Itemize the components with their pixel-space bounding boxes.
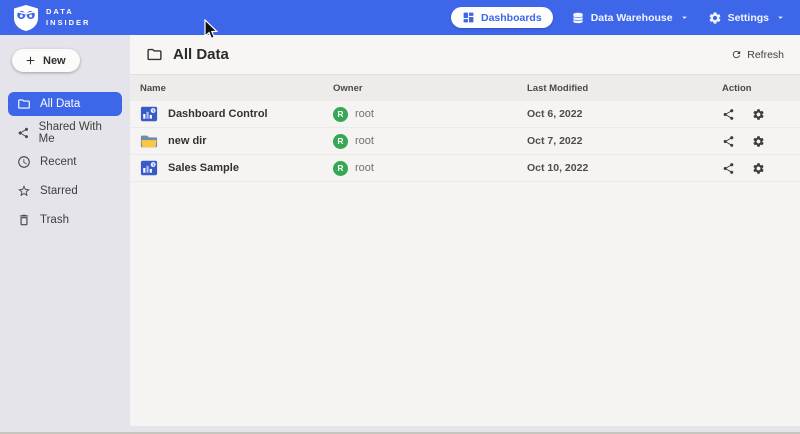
owner-cell: R root (333, 134, 527, 149)
gear-icon[interactable] (752, 162, 765, 175)
brand-name: DATA INSIDER (46, 7, 90, 29)
sidebar-item-label: Starred (40, 185, 78, 197)
sidebar-item-shared-with-me[interactable]: Shared With Me (8, 121, 122, 145)
chevron-down-icon (775, 12, 786, 23)
new-button-label: New (43, 55, 66, 67)
brand-line1: DATA (46, 7, 90, 18)
gear-icon[interactable] (752, 135, 765, 148)
table-row[interactable]: Dashboard Control R root Oct 6, 2022 (130, 101, 800, 128)
column-header-owner[interactable]: Owner (333, 83, 527, 94)
dashboard-icon (462, 11, 475, 24)
share-icon[interactable] (722, 108, 735, 121)
action-cell (722, 108, 800, 121)
brand-logo[interactable]: DATA INSIDER (14, 5, 90, 31)
table-row[interactable]: new dir R root Oct 7, 2022 (130, 128, 800, 155)
avatar: R (333, 134, 348, 149)
dashboard-file-icon (140, 105, 158, 123)
nav-settings-label: Settings (728, 12, 769, 24)
sidebar-item-label: All Data (40, 98, 80, 110)
gear-icon (708, 11, 722, 25)
file-name-cell: new dir (130, 132, 333, 150)
nav-settings[interactable]: Settings (708, 11, 786, 25)
sidebar-item-trash[interactable]: Trash (8, 208, 122, 232)
last-modified: Oct 6, 2022 (527, 108, 722, 120)
new-button[interactable]: New (12, 49, 80, 72)
refresh-icon (731, 49, 742, 60)
sidebar-item-starred[interactable]: Starred (8, 179, 122, 203)
avatar: R (333, 107, 348, 122)
owner-name: root (355, 135, 374, 147)
action-cell (722, 135, 800, 148)
folder-icon (146, 46, 163, 63)
action-cell (722, 162, 800, 175)
file-name[interactable]: new dir (168, 135, 207, 147)
file-name[interactable]: Dashboard Control (168, 108, 268, 120)
column-header-name[interactable]: Name (130, 83, 333, 94)
column-header-action: Action (722, 83, 800, 94)
trash-icon (17, 213, 31, 227)
file-name[interactable]: Sales Sample (168, 162, 239, 174)
nav-data-warehouse[interactable]: Data Warehouse (571, 11, 690, 25)
owl-logo-icon (14, 5, 38, 31)
sidebar-menu: All Data Shared With Me Recent Starred T… (0, 92, 130, 232)
gear-icon[interactable] (752, 108, 765, 121)
file-name-cell: Dashboard Control (130, 105, 333, 123)
sidebar-item-label: Trash (40, 214, 69, 226)
main-header: All Data Refresh (130, 35, 800, 75)
table-row[interactable]: Sales Sample R root Oct 10, 2022 (130, 155, 800, 182)
owner-cell: R root (333, 161, 527, 176)
main-content: All Data Refresh Name Owner Last Modifie… (130, 35, 800, 426)
plus-icon (24, 54, 37, 67)
bottom-strip (0, 426, 800, 434)
nav-data-warehouse-label: Data Warehouse (591, 12, 673, 24)
column-header-last-modified[interactable]: Last Modified (527, 83, 722, 94)
owner-name: root (355, 162, 374, 174)
last-modified: Oct 10, 2022 (527, 162, 722, 174)
chevron-down-icon (679, 12, 690, 23)
share-icon (17, 126, 30, 140)
refresh-button[interactable]: Refresh (731, 49, 784, 61)
brand-line2: INSIDER (46, 18, 90, 29)
nav-dashboards-label: Dashboards (481, 12, 542, 24)
file-name-cell: Sales Sample (130, 159, 333, 177)
folder-file-icon (140, 132, 158, 150)
nav-dashboards-button[interactable]: Dashboards (451, 7, 553, 28)
clock-icon (17, 155, 31, 169)
dashboard-file-icon (140, 159, 158, 177)
owner-cell: R root (333, 107, 527, 122)
last-modified: Oct 7, 2022 (527, 135, 722, 147)
share-icon[interactable] (722, 135, 735, 148)
owner-name: root (355, 108, 374, 120)
sidebar-item-label: Recent (40, 156, 76, 168)
sidebar: New All Data Shared With Me Recent Star (0, 35, 130, 426)
folder-icon (17, 97, 31, 111)
share-icon[interactable] (722, 162, 735, 175)
table-header-row: Name Owner Last Modified Action (130, 75, 800, 101)
refresh-label: Refresh (747, 49, 784, 61)
app-window: DATA INSIDER Dashboards Data Warehouse S… (0, 0, 800, 434)
page-title: All Data (173, 46, 229, 63)
database-icon (571, 11, 585, 25)
avatar: R (333, 161, 348, 176)
star-icon (17, 184, 31, 198)
sidebar-item-all-data[interactable]: All Data (8, 92, 122, 116)
top-nav-links: Dashboards Data Warehouse Settings (451, 7, 786, 28)
sidebar-item-label: Shared With Me (39, 121, 113, 145)
top-navigation-bar: DATA INSIDER Dashboards Data Warehouse S… (0, 0, 800, 35)
sidebar-item-recent[interactable]: Recent (8, 150, 122, 174)
table-empty-area (130, 182, 800, 426)
